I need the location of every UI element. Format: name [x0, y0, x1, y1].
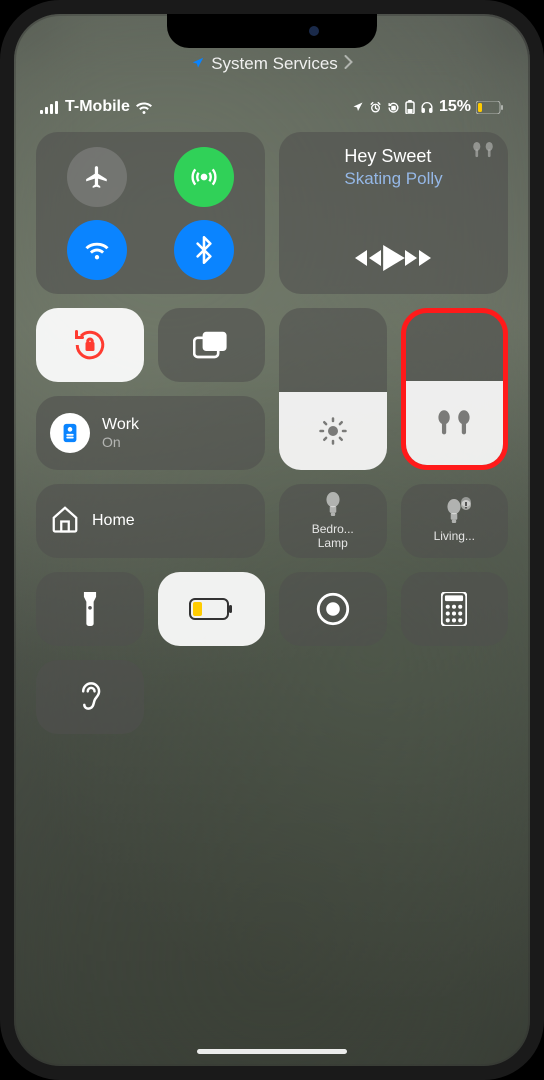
low-power-status-icon — [405, 100, 415, 114]
headphones-icon — [420, 101, 434, 114]
focus-badge-icon — [50, 413, 90, 453]
media-artist: Skating Polly — [344, 169, 442, 189]
bulb-icon — [324, 492, 342, 521]
home-icon — [50, 504, 80, 539]
focus-status: On — [102, 434, 139, 450]
battery-pct-label: 15% — [439, 98, 471, 116]
accessory-bedroom-lamp[interactable]: Bedro... Lamp — [279, 484, 387, 558]
status-bar: T-Mobile 15% — [36, 98, 508, 116]
accessory-name: Bedro... — [312, 523, 354, 536]
focus-toggle[interactable]: Work On — [36, 396, 265, 470]
location-status-icon — [352, 101, 364, 113]
rotation-lock-status-icon — [387, 101, 400, 114]
connectivity-module[interactable] — [36, 132, 265, 294]
carrier-label: T-Mobile — [65, 98, 130, 116]
calculator-button[interactable] — [401, 572, 509, 646]
flashlight-button[interactable] — [36, 572, 144, 646]
media-prev-button[interactable] — [355, 248, 383, 273]
accessory-line2: Lamp — [312, 537, 354, 550]
alarm-icon — [369, 101, 382, 114]
low-power-mode-toggle[interactable] — [158, 572, 266, 646]
location-icon — [191, 56, 205, 73]
home-label: Home — [92, 512, 135, 530]
hearing-button[interactable] — [36, 660, 144, 734]
wifi-toggle[interactable] — [67, 220, 127, 280]
home-button[interactable]: Home — [36, 484, 265, 558]
bulb-icon — [445, 499, 463, 528]
brightness-slider[interactable] — [279, 308, 387, 470]
media-play-button[interactable] — [383, 245, 405, 276]
airplane-mode-toggle[interactable] — [67, 147, 127, 207]
breadcrumb[interactable]: System Services — [36, 54, 508, 74]
home-indicator[interactable] — [197, 1049, 347, 1054]
media-track-title: Hey Sweet — [344, 146, 442, 167]
chevron-right-icon — [344, 54, 353, 74]
media-module[interactable]: Hey Sweet Skating Polly — [279, 132, 508, 294]
volume-slider[interactable] — [401, 308, 509, 470]
offline-indicator-icon — [461, 497, 471, 507]
airpods-icon — [437, 410, 471, 436]
rotation-lock-toggle[interactable] — [36, 308, 144, 382]
airpods-output-icon — [472, 142, 494, 163]
brightness-icon — [318, 416, 348, 446]
device-notch — [167, 14, 377, 48]
accessory-living-lamp[interactable]: Living... — [401, 484, 509, 558]
cellular-signal-icon — [40, 101, 60, 114]
focus-name: Work — [102, 416, 139, 434]
screen-mirroring-button[interactable] — [158, 308, 266, 382]
accessory-name: Living... — [434, 530, 475, 543]
bluetooth-toggle[interactable] — [174, 220, 234, 280]
battery-icon — [476, 101, 504, 114]
cellular-data-toggle[interactable] — [174, 147, 234, 207]
media-next-button[interactable] — [405, 248, 433, 273]
screen-record-button[interactable] — [279, 572, 387, 646]
wifi-icon — [135, 101, 153, 114]
breadcrumb-label: System Services — [211, 54, 338, 74]
